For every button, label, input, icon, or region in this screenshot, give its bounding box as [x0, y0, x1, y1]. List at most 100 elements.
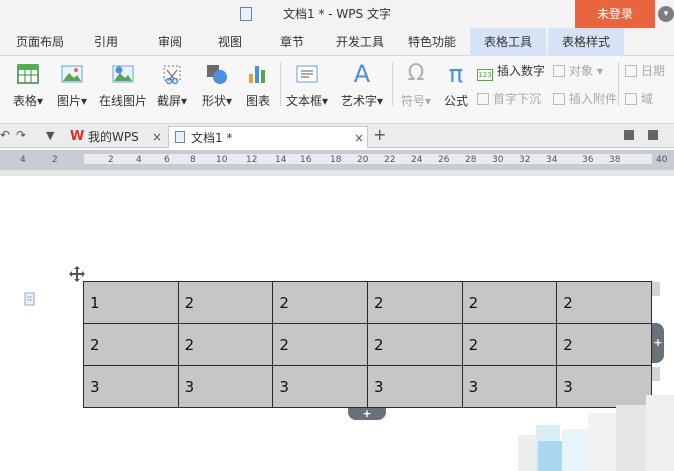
- wps-logo-icon: W: [70, 129, 85, 144]
- insert-number-label: 插入数字: [497, 64, 546, 78]
- ruler-number: 14: [275, 155, 287, 165]
- tool-label: 图片: [56, 94, 81, 108]
- new-tab-button[interactable]: +: [373, 125, 386, 144]
- table-cell[interactable]: 3: [83, 365, 179, 408]
- symbol-button[interactable]: Ω 符号▾: [396, 56, 436, 112]
- table-cell[interactable]: 2: [272, 281, 368, 324]
- tab-table-style[interactable]: 表格样式: [548, 28, 624, 56]
- row-resize-handle[interactable]: [652, 367, 660, 381]
- date-button[interactable]: 日期: [625, 62, 665, 80]
- tab-page-layout[interactable]: 页面布局: [10, 28, 70, 56]
- field-icon: [625, 93, 637, 105]
- object-label: 对象: [569, 64, 594, 78]
- table-cell[interactable]: 2: [83, 323, 179, 366]
- watermark-overlay: [518, 395, 674, 471]
- document-tab-bar: ↶ ↷ ▼ W 我的WPS × 文档1 * × +: [0, 124, 674, 148]
- table-cell[interactable]: 2: [461, 323, 558, 366]
- dropcap-button[interactable]: 首字下沉: [477, 90, 541, 108]
- tool-label: 符号: [400, 94, 425, 108]
- window-title: 文档1 * - WPS 文字: [283, 7, 391, 21]
- insert-table-button[interactable]: 表格▾: [6, 56, 50, 112]
- ruler-number: 34: [546, 155, 558, 165]
- document-icon: [175, 131, 185, 143]
- chevron-down-icon: ▾: [321, 94, 329, 108]
- tab-special-features[interactable]: 特色功能: [402, 28, 462, 56]
- date-label: 日期: [641, 64, 666, 78]
- ruler-number: 22: [384, 155, 396, 165]
- screenshot-button[interactable]: 截屏▾: [152, 56, 192, 112]
- insert-number-button[interactable]: 123 插入数字: [477, 62, 546, 81]
- tab-document-1[interactable]: 文档1 * ×: [168, 126, 368, 148]
- ruler-number: 4: [20, 155, 26, 165]
- wordart-button[interactable]: A 艺术字▾: [336, 56, 388, 112]
- paragraph-layout-icon[interactable]: [24, 292, 36, 306]
- table-cell[interactable]: 3: [366, 365, 463, 408]
- object-button[interactable]: 对象 ▾: [553, 62, 603, 80]
- textbox-icon: [296, 65, 318, 83]
- tab-my-wps[interactable]: W 我的WPS ×: [66, 126, 166, 148]
- chevron-down-icon: ▾: [376, 94, 384, 108]
- row-resize-handle[interactable]: [652, 282, 660, 296]
- ruler-number: 8: [190, 155, 196, 165]
- table-cell[interactable]: 2: [366, 323, 463, 366]
- number-icon: 123: [477, 69, 493, 81]
- redo-icon[interactable]: ↷: [16, 128, 26, 142]
- insert-attachment-button[interactable]: 插入附件: [553, 90, 617, 108]
- table-icon: [17, 64, 39, 84]
- tab-view[interactable]: 视图: [210, 28, 250, 56]
- chevron-down-icon: ▾: [225, 94, 233, 108]
- tool-label: 表格: [12, 94, 37, 108]
- insert-textbox-button[interactable]: 文本框▾: [282, 56, 332, 112]
- ruler-number: 24: [411, 155, 423, 165]
- table-cell[interactable]: 3: [272, 365, 368, 408]
- view-mode-icon[interactable]: [624, 130, 634, 140]
- online-picture-button[interactable]: 在线图片: [96, 56, 150, 112]
- symbol-icon: Ω: [407, 61, 425, 86]
- add-row-button[interactable]: +: [348, 408, 386, 420]
- document-table[interactable]: 1 2 2 2 2 2 2 2 2 2 2 2 3 3 3 3 3 3: [83, 281, 652, 408]
- chart-icon: [249, 66, 265, 83]
- chevron-down-icon: ▾: [36, 94, 44, 108]
- ruler-number: 38: [609, 155, 621, 165]
- add-column-button[interactable]: +: [652, 323, 664, 363]
- table-cell[interactable]: 2: [461, 281, 558, 324]
- tool-label: 公式: [443, 94, 468, 108]
- table-cell[interactable]: 2: [366, 281, 463, 324]
- insert-shape-button[interactable]: 形状▾: [196, 56, 238, 112]
- table-cell[interactable]: 2: [556, 323, 652, 366]
- insert-chart-button[interactable]: 图表: [240, 56, 276, 112]
- ruler-number: 30: [492, 155, 504, 165]
- table-cell[interactable]: 3: [177, 365, 274, 408]
- tab-section[interactable]: 章节: [272, 28, 312, 56]
- ruler-number: 18: [330, 155, 342, 165]
- tab-references[interactable]: 引用: [86, 28, 126, 56]
- formula-button[interactable]: π 公式: [438, 56, 474, 112]
- chevron-down-icon[interactable]: ▾: [658, 6, 674, 22]
- table-cell[interactable]: 1: [83, 281, 179, 324]
- page-top-gap: [0, 170, 674, 176]
- chevron-down-icon[interactable]: ▼: [46, 129, 54, 142]
- insert-picture-button[interactable]: 图片▾: [50, 56, 94, 112]
- insert-attachment-label: 插入附件: [569, 92, 618, 106]
- tab-table-tools[interactable]: 表格工具: [470, 28, 546, 56]
- shapes-icon: [207, 65, 227, 84]
- dropcap-icon: [477, 93, 489, 105]
- tool-label: 截屏: [156, 94, 181, 108]
- close-icon[interactable]: ×: [354, 127, 364, 149]
- table-cell[interactable]: 2: [556, 281, 652, 324]
- ribbon-divider: [392, 62, 393, 106]
- chevron-down-icon: ▾: [593, 64, 603, 78]
- tab-review[interactable]: 审阅: [150, 28, 190, 56]
- table-cell[interactable]: 2: [177, 323, 274, 366]
- tab-developer[interactable]: 开发工具: [330, 28, 390, 56]
- undo-icon[interactable]: ↶: [0, 128, 10, 142]
- table-move-handle-icon[interactable]: [69, 266, 85, 282]
- table-cell[interactable]: 2: [177, 281, 274, 324]
- dropcap-label: 首字下沉: [493, 92, 542, 106]
- ruler-number: 2: [52, 155, 58, 165]
- table-cell[interactable]: 2: [272, 323, 368, 366]
- view-mode-icon[interactable]: [648, 130, 658, 140]
- field-button[interactable]: 域: [625, 90, 653, 108]
- close-icon[interactable]: ×: [152, 126, 162, 148]
- login-button[interactable]: 未登录: [575, 0, 655, 28]
